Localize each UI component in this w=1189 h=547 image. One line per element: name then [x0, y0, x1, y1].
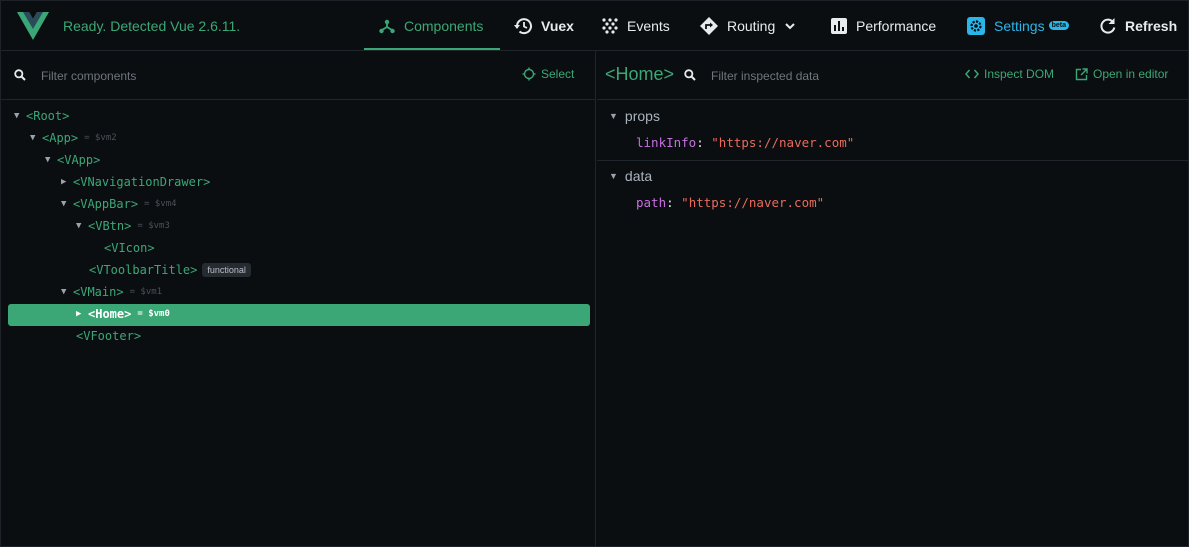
tree-node-vapp[interactable]: ▼ <VApp>: [45, 150, 100, 170]
vue-logo-icon: [17, 12, 49, 40]
data-section-toggle[interactable]: ▼ data: [609, 168, 652, 184]
inspector-toolbar: <Home> Inspect DOM Open in editor: [597, 51, 1189, 100]
section-divider: [597, 160, 1189, 161]
node-name: VFooter: [83, 329, 134, 343]
history-icon: [514, 17, 532, 34]
node-name: VAppBar: [80, 197, 131, 211]
tree-node-vfooter[interactable]: <VFooter>: [76, 326, 141, 346]
tree-node-vnavigationdrawer[interactable]: ▶ <VNavigationDrawer>: [61, 172, 210, 192]
tab-routing-label: Routing: [727, 17, 776, 34]
tab-events-label: Events: [627, 17, 670, 34]
tab-components[interactable]: Components: [364, 1, 500, 50]
open-in-editor-button[interactable]: Open in editor: [1075, 67, 1168, 81]
status-text: Ready. Detected Vue 2.6.11.: [63, 18, 241, 34]
expand-arrow-icon[interactable]: ▼: [30, 133, 42, 143]
node-name: App: [49, 131, 71, 145]
collapse-arrow-icon[interactable]: ▶: [61, 177, 73, 187]
tab-routing[interactable]: Routing: [699, 1, 797, 50]
functional-badge: functional: [202, 263, 251, 277]
tree-node-home[interactable]: ▶ <Home> = $vm0: [76, 304, 170, 324]
components-toolbar: Select: [1, 51, 595, 100]
routing-icon: [700, 16, 718, 35]
target-icon: [522, 67, 536, 81]
components-icon: [379, 19, 395, 33]
expand-arrow-icon[interactable]: ▼: [61, 199, 73, 209]
expand-arrow-icon: ▼: [609, 111, 618, 121]
components-pane: Select ▼ <Root> ▼ <App> = $vm2 ▼ <VApp> …: [1, 51, 596, 546]
tab-settings[interactable]: Settings beta: [966, 1, 1069, 50]
node-name: VApp: [64, 153, 94, 167]
prop-row[interactable]: linkInfo: "https://naver.com": [636, 135, 854, 150]
tree-node-root[interactable]: ▼ <Root>: [14, 106, 69, 126]
tree-node-vtoolbartitle[interactable]: <VToolbarTitle> functional: [89, 260, 251, 280]
tab-settings-label: Settings: [994, 17, 1045, 34]
inspector-pane: <Home> Inspect DOM Open in editor: [597, 51, 1189, 546]
vm-ref: = $vm0: [137, 309, 170, 319]
inspect-dom-button[interactable]: Inspect DOM: [965, 67, 1054, 81]
expand-arrow-icon: ▼: [609, 171, 618, 181]
collapse-arrow-icon[interactable]: ▶: [76, 309, 88, 319]
chevron-down-icon: [785, 22, 795, 29]
inspect-dom-label: Inspect DOM: [984, 67, 1055, 81]
vm-ref: = $vm1: [129, 287, 163, 297]
open-external-icon: [1075, 67, 1088, 80]
tab-components-label: Components: [404, 17, 484, 34]
node-name: VMain: [80, 285, 117, 299]
select-label: Select: [541, 67, 575, 81]
data-row[interactable]: path: "https://naver.com": [636, 195, 824, 210]
data-value: "https://naver.com": [681, 195, 825, 210]
beta-badge: beta: [1048, 21, 1069, 30]
prop-key: linkInfo: [636, 135, 697, 150]
props-section-toggle[interactable]: ▼ props: [609, 108, 660, 124]
search-icon: [684, 69, 696, 81]
top-bar: Ready. Detected Vue 2.6.11. Components V…: [1, 1, 1188, 51]
inspected-component-name: Home: [615, 64, 664, 84]
section-title: data: [624, 168, 653, 184]
refresh-button[interactable]: Refresh: [1099, 1, 1177, 50]
expand-arrow-icon[interactable]: ▼: [14, 111, 26, 121]
tab-performance[interactable]: Performance: [830, 1, 936, 50]
prop-value: "https://naver.com": [711, 135, 855, 150]
events-icon: [602, 17, 618, 34]
tree-node-vappbar[interactable]: ▼ <VAppBar> = $vm4: [61, 194, 177, 214]
node-name: VToolbarTitle: [96, 263, 191, 277]
expand-arrow-icon[interactable]: ▼: [61, 287, 73, 297]
section-title: props: [624, 108, 660, 124]
vm-ref: = $vm4: [144, 199, 177, 209]
open-in-editor-label: Open in editor: [1093, 67, 1169, 81]
node-name: VBtn: [95, 219, 125, 233]
tab-events[interactable]: Events: [601, 1, 670, 50]
tab-vuex[interactable]: Vuex: [513, 1, 574, 50]
tree-node-vmain[interactable]: ▼ <VMain> = $vm1: [61, 282, 162, 302]
search-icon: [14, 69, 26, 81]
vue-devtools-window: Ready. Detected Vue 2.6.11. Components V…: [0, 0, 1189, 547]
tree-node-app[interactable]: ▼ <App> = $vm2: [30, 128, 117, 148]
performance-icon: [831, 17, 847, 34]
inspected-component-title: <Home>: [605, 64, 675, 84]
tree-node-vicon[interactable]: <VIcon>: [104, 238, 155, 258]
code-icon: [965, 69, 979, 79]
vm-ref: = $vm2: [84, 133, 117, 143]
filter-components-input[interactable]: [41, 67, 341, 85]
select-component-button[interactable]: Select: [522, 67, 574, 81]
expand-arrow-icon[interactable]: ▼: [45, 155, 57, 165]
refresh-label: Refresh: [1125, 17, 1178, 34]
tab-performance-label: Performance: [856, 17, 937, 34]
tab-vuex-label: Vuex: [541, 17, 574, 34]
data-key: path: [636, 195, 667, 210]
refresh-icon: [1100, 17, 1116, 34]
settings-icon: [967, 16, 985, 35]
node-name: Home: [95, 307, 125, 321]
vm-ref: = $vm3: [137, 221, 170, 231]
expand-arrow-icon[interactable]: ▼: [76, 221, 88, 231]
node-name: VIcon: [111, 241, 148, 255]
node-name: VNavigationDrawer: [80, 175, 204, 189]
node-name: Root: [33, 109, 63, 123]
filter-inspected-data-input[interactable]: [711, 67, 911, 85]
tree-node-vbtn[interactable]: ▼ <VBtn> = $vm3: [76, 216, 170, 236]
